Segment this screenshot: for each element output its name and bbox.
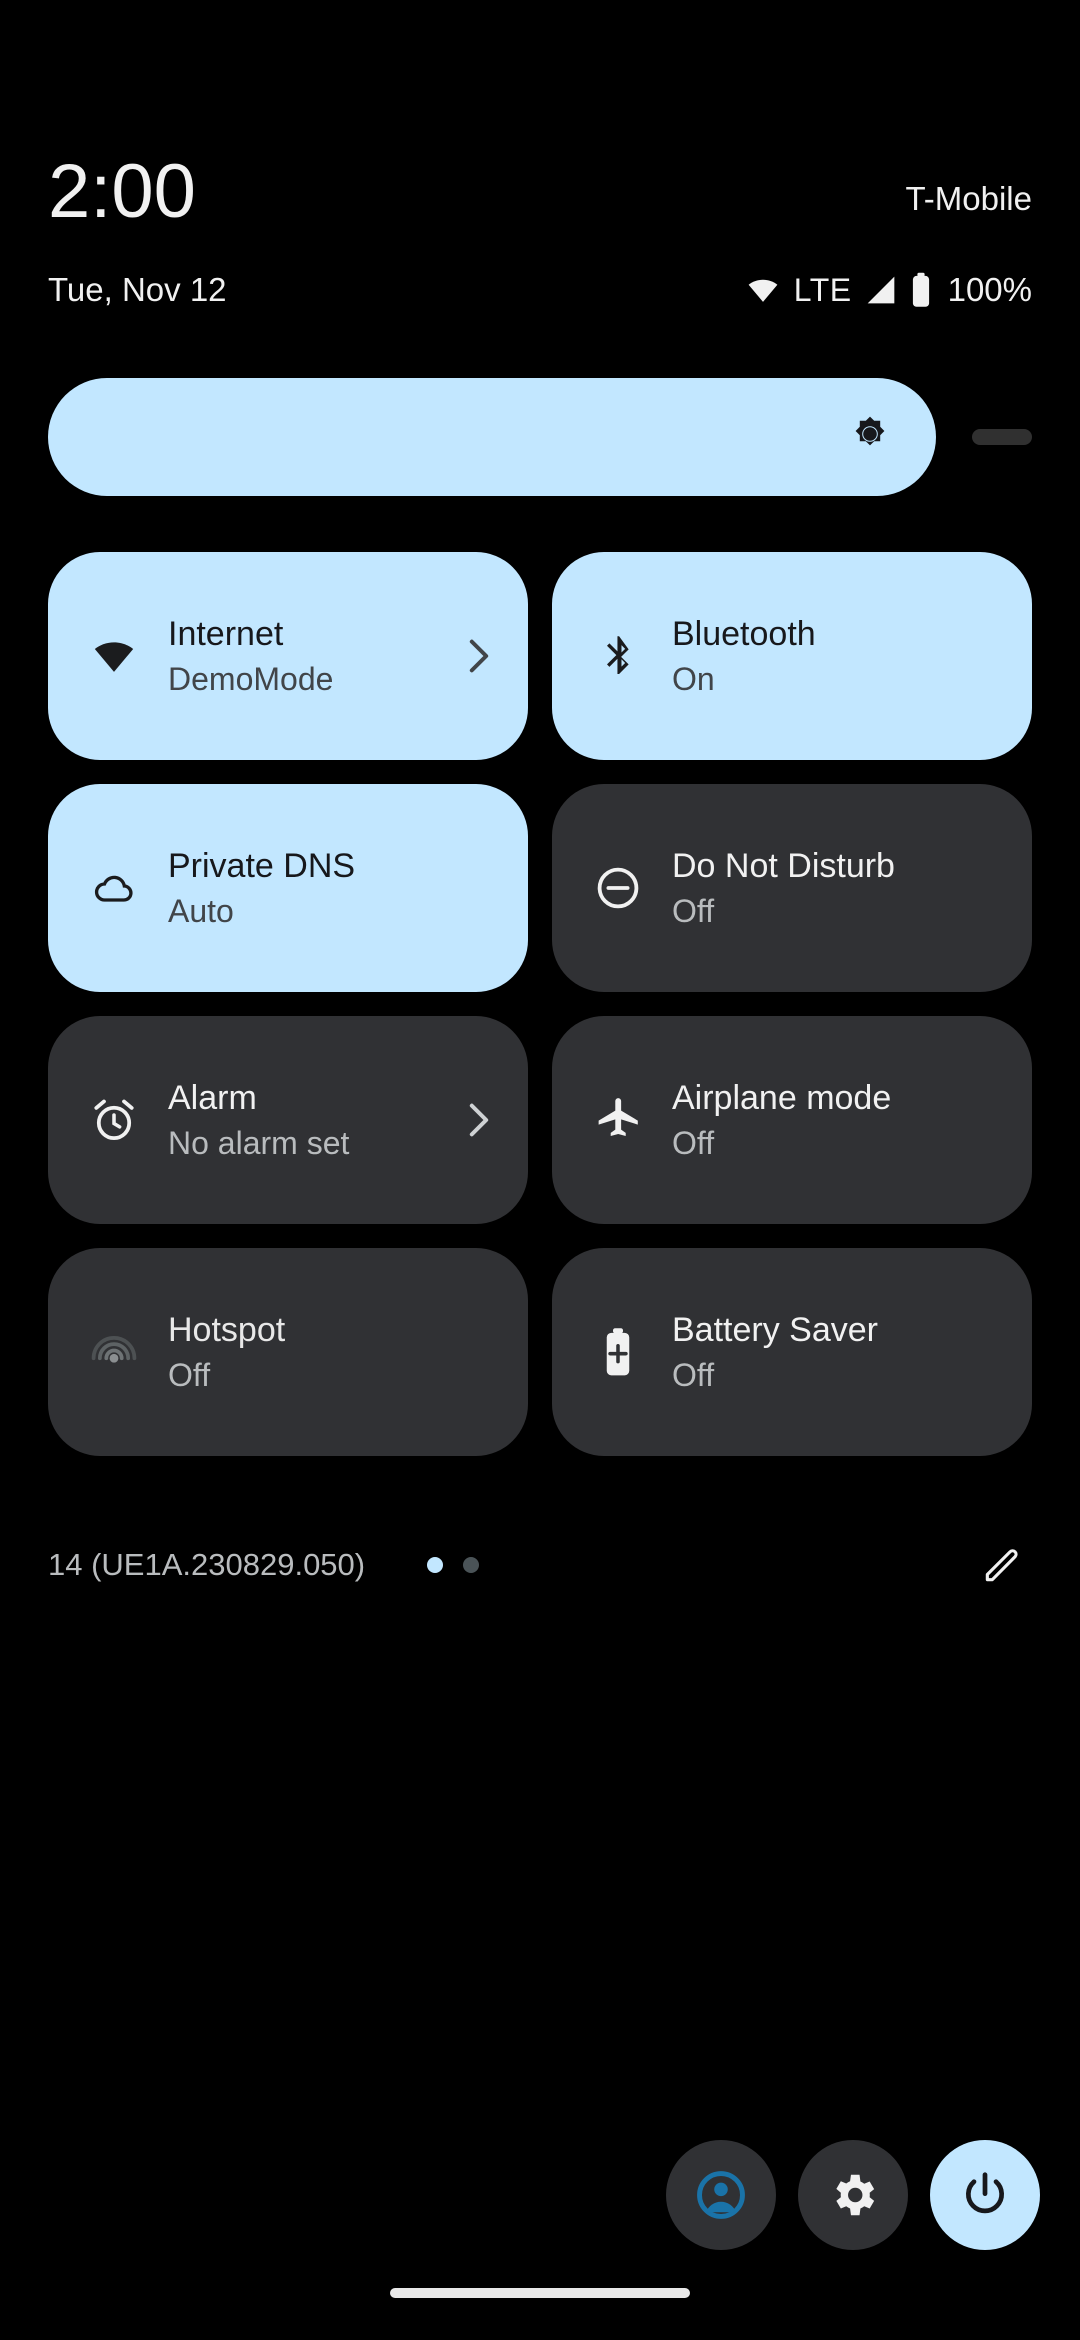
clock[interactable]: 2:00 [48, 150, 196, 234]
tile-battery-saver[interactable]: Battery Saver Off [552, 1248, 1032, 1456]
cell-signal-icon [864, 274, 898, 306]
tile-label: Airplane mode [672, 1079, 892, 1117]
status-bar-top: 2:00 T-Mobile [0, 150, 1080, 234]
tile-label: Alarm [168, 1079, 257, 1117]
user-avatar-icon [693, 2167, 749, 2223]
tile-bluetooth[interactable]: Bluetooth On [552, 552, 1032, 760]
status-icon-group: LTE 100% [744, 271, 1032, 309]
tile-sublabel: DemoMode [168, 661, 334, 697]
tile-sublabel: Off [672, 1125, 715, 1161]
build-version-label: 14 (UE1A.230829.050) [48, 1547, 366, 1582]
tile-sublabel: No alarm set [168, 1125, 350, 1161]
edit-tiles-button[interactable] [972, 1535, 1032, 1595]
carrier-label: T-Mobile [905, 180, 1032, 217]
tile-label: Battery Saver [672, 1311, 878, 1349]
page-dot-active[interactable] [427, 1557, 444, 1573]
quick-settings-footer: 14 (UE1A.230829.050) [48, 1530, 1032, 1600]
tile-label: Hotspot [168, 1311, 286, 1349]
tile-sublabel: Off [672, 1357, 715, 1393]
page-dot-inactive[interactable] [463, 1557, 480, 1573]
tile-label: Internet [168, 615, 284, 653]
status-bar-bottom: Tue, Nov 12 LTE 100% [0, 270, 1080, 310]
alarm-icon [88, 1094, 140, 1146]
gear-icon [826, 2168, 880, 2222]
tile-internet[interactable]: Internet DemoMode [48, 552, 528, 760]
page-indicator[interactable] [427, 1557, 480, 1573]
tile-airplane-mode[interactable]: Airplane mode Off [552, 1016, 1032, 1224]
chevron-right-icon[interactable] [464, 1100, 494, 1140]
home-gesture-indicator[interactable] [390, 2288, 690, 2298]
footer-action-buttons [666, 2140, 1040, 2250]
power-button[interactable] [930, 2140, 1040, 2250]
tile-label: Bluetooth [672, 615, 816, 653]
bluetooth-icon [592, 630, 644, 682]
battery-percent-label: 100% [947, 271, 1032, 308]
pencil-edit-icon [980, 1543, 1024, 1587]
brightness-slider-fill[interactable] [48, 378, 936, 496]
cloud-icon [88, 862, 140, 914]
brightness-track-remainder[interactable] [972, 429, 1032, 445]
battery-saver-icon [592, 1326, 644, 1378]
do-not-disturb-icon [592, 862, 644, 914]
tile-do-not-disturb[interactable]: Do Not Disturb Off [552, 784, 1032, 992]
quick-settings-panel: 2:00 T-Mobile Tue, Nov 12 LTE 100% Inter… [0, 0, 1080, 2340]
tile-sublabel: On [672, 661, 715, 697]
date-label[interactable]: Tue, Nov 12 [48, 270, 227, 310]
tile-label: Private DNS [168, 847, 356, 885]
tile-sublabel: Off [672, 893, 715, 929]
tile-sublabel: Auto [168, 893, 234, 929]
hotspot-icon [88, 1326, 140, 1378]
tile-hotspot[interactable]: Hotspot Off [48, 1248, 528, 1456]
network-type-label: LTE [793, 271, 852, 308]
power-icon [958, 2168, 1012, 2222]
wifi-icon [744, 275, 782, 305]
tile-sublabel: Off [168, 1357, 211, 1393]
wifi-icon [88, 630, 140, 682]
quick-settings-tile-grid: Internet DemoMode Bluetooth On Private D… [48, 552, 1032, 1456]
tile-private-dns[interactable]: Private DNS Auto [48, 784, 528, 992]
chevron-right-icon[interactable] [464, 636, 494, 676]
brightness-icon [846, 413, 894, 461]
brightness-slider[interactable] [48, 378, 1032, 496]
airplane-icon [592, 1094, 644, 1146]
user-switcher-button[interactable] [666, 2140, 776, 2250]
tile-label: Do Not Disturb [672, 847, 895, 885]
settings-button[interactable] [798, 2140, 908, 2250]
battery-full-icon [910, 272, 932, 308]
tile-alarm[interactable]: Alarm No alarm set [48, 1016, 528, 1224]
